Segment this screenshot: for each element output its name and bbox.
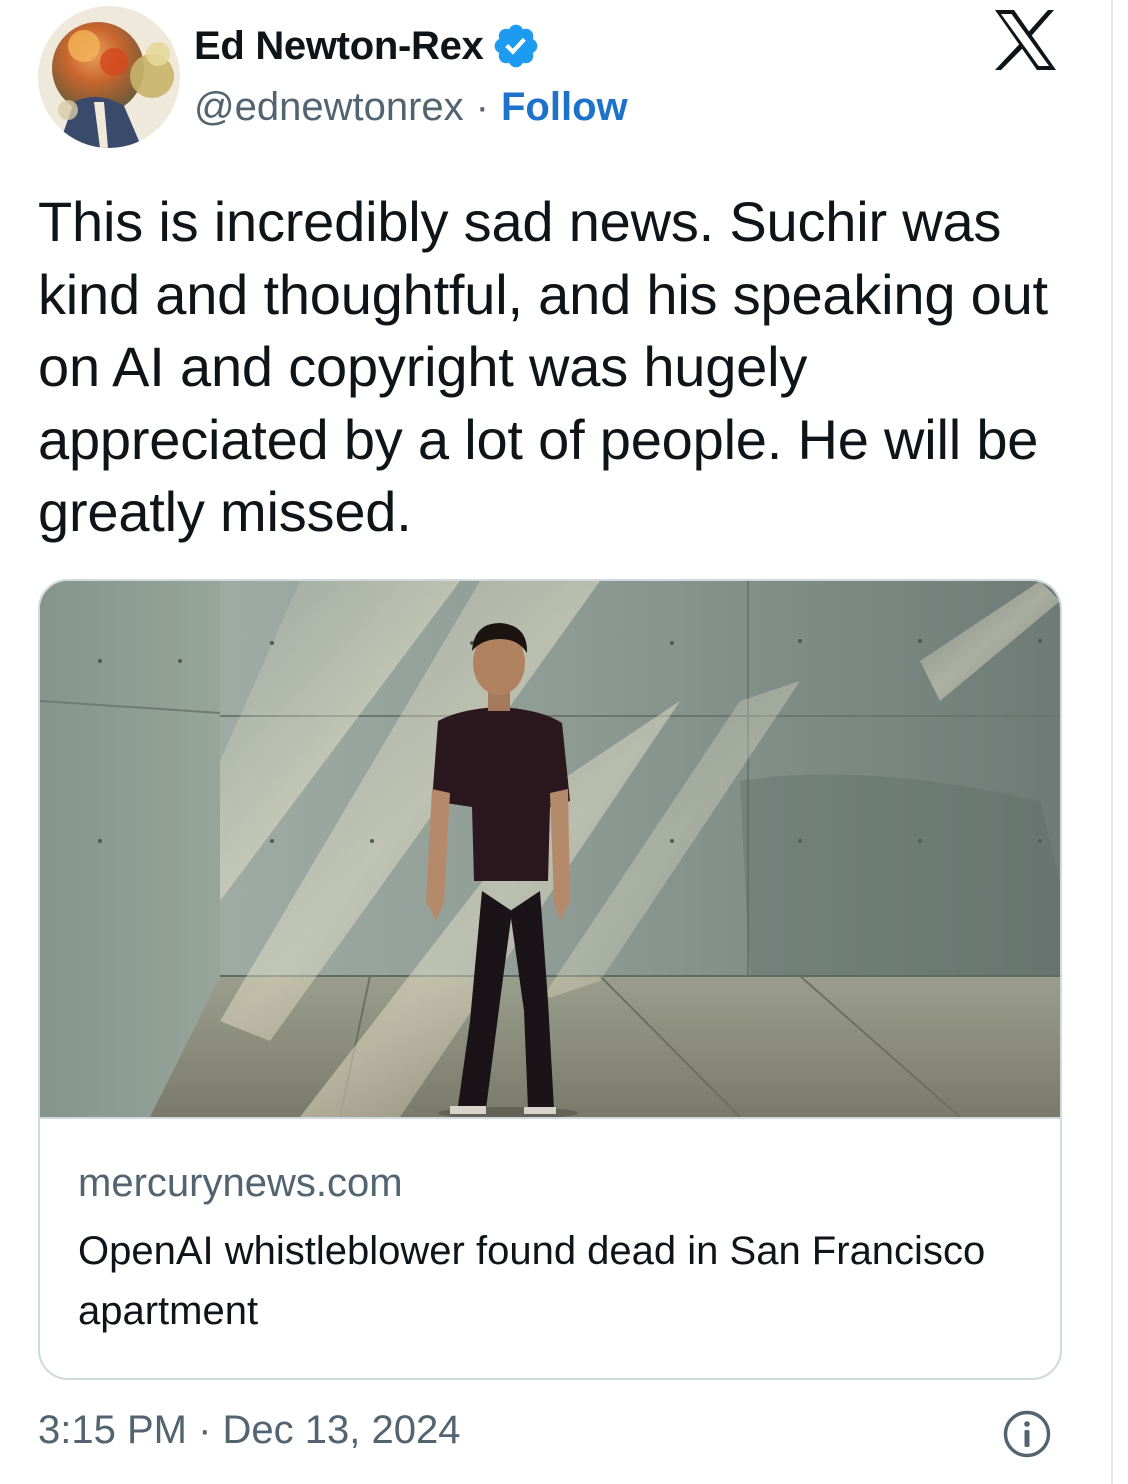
link-card-domain: mercurynews.com xyxy=(78,1161,403,1205)
verified-badge-icon xyxy=(495,24,538,68)
handle-separator: · xyxy=(475,84,489,129)
follow-button[interactable]: Follow xyxy=(501,85,628,130)
author-handle[interactable]: @ednewtonrex xyxy=(194,85,464,130)
link-card-divider xyxy=(40,1117,1060,1119)
tweet-timestamp[interactable]: 3:15 PM · Dec 13, 2024 xyxy=(38,1408,460,1453)
tweet-text: This is incredibly sad news. Suchir was … xyxy=(38,190,1048,544)
info-icon[interactable] xyxy=(1002,1409,1052,1459)
handle-row: @ednewtonrex · Follow xyxy=(194,80,628,134)
link-card-image xyxy=(40,581,1060,1117)
link-card[interactable]: mercurynews.com OpenAI whistleblower fou… xyxy=(38,579,1062,1380)
avatar[interactable] xyxy=(38,6,180,148)
display-name-row: Ed Newton-Rex xyxy=(194,18,541,74)
page-right-border xyxy=(1111,0,1113,1484)
display-name[interactable]: Ed Newton-Rex xyxy=(194,24,484,69)
x-logo-icon[interactable] xyxy=(992,8,1058,72)
avatar-image xyxy=(38,6,180,148)
link-card-title: OpenAI whistleblower found dead in San F… xyxy=(78,1229,986,1333)
